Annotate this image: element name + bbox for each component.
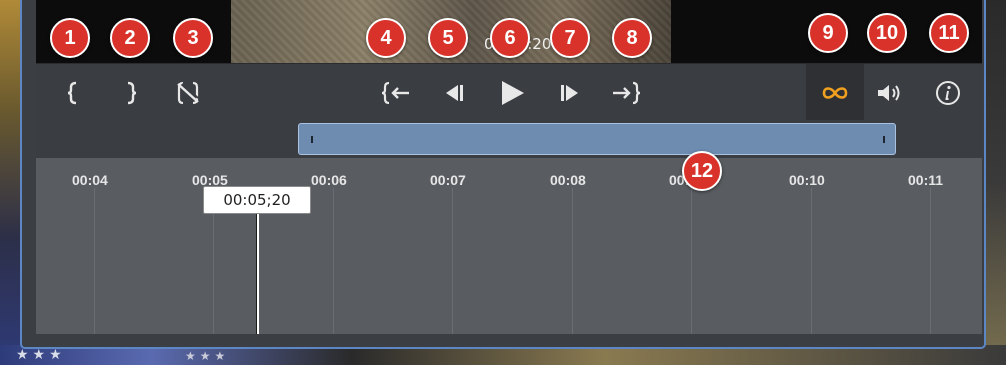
tick-label: 00:08 — [550, 172, 586, 188]
step-back-button[interactable] — [436, 64, 472, 121]
timeline-ruler[interactable] — [36, 158, 982, 334]
volume-button[interactable] — [872, 64, 908, 121]
gridline — [452, 188, 453, 334]
stage: ★★★ ★★★ 00:05:20 — [0, 0, 1006, 365]
gridline — [94, 188, 95, 334]
mark-out-button[interactable] — [116, 64, 146, 121]
callout-4: 4 — [366, 18, 406, 58]
callout-8: 8 — [612, 18, 652, 58]
step-back-icon — [446, 84, 463, 101]
step-forward-button[interactable] — [552, 64, 588, 121]
step-forward-icon — [561, 84, 578, 101]
info-button[interactable] — [930, 64, 966, 121]
mark-out-icon — [127, 81, 137, 104]
callout-3: 3 — [173, 18, 213, 58]
loop-icon — [822, 86, 848, 99]
playhead-line[interactable] — [256, 210, 259, 334]
flag-stars-decoration: ★★★ — [16, 347, 66, 363]
background-left — [0, 0, 22, 365]
callout-2: 2 — [110, 18, 150, 58]
flag-stars-decoration-2: ★★★ — [185, 349, 230, 363]
gridline — [930, 188, 931, 334]
tick-label: 00:07 — [430, 172, 466, 188]
mark-in-icon — [67, 81, 77, 104]
callout-9: 9 — [808, 13, 848, 53]
gridline — [572, 188, 573, 334]
callout-7: 7 — [550, 18, 590, 58]
callout-12: 12 — [682, 151, 722, 191]
loop-button[interactable] — [806, 64, 864, 121]
clear-marks-button[interactable] — [171, 64, 205, 121]
go-to-out-icon — [613, 81, 641, 104]
play-icon — [502, 80, 524, 105]
go-to-out-button[interactable] — [608, 64, 644, 121]
range-end-handle[interactable] — [883, 136, 885, 143]
callout-10: 10 — [867, 13, 907, 53]
gridline — [811, 188, 812, 334]
tick-label: 00:10 — [789, 172, 825, 188]
tick-label: 00:06 — [311, 172, 347, 188]
range-selection-bar[interactable] — [298, 123, 896, 155]
tick-label: 00:04 — [72, 172, 108, 188]
callout-1: 1 — [50, 18, 90, 58]
clear-marks-icon — [177, 81, 199, 104]
playhead-timecode[interactable]: 00:05;20 — [203, 186, 311, 214]
callout-11: 11 — [929, 13, 969, 53]
go-to-in-icon — [381, 81, 409, 104]
mark-in-button[interactable] — [58, 64, 88, 121]
gridline — [333, 188, 334, 334]
range-start-handle[interactable] — [311, 136, 313, 143]
callout-6: 6 — [490, 18, 530, 58]
info-icon — [936, 80, 960, 105]
callout-5: 5 — [428, 18, 468, 58]
go-to-in-button[interactable] — [378, 64, 414, 121]
gridline — [691, 188, 692, 334]
toolbar — [36, 63, 982, 121]
background-right — [984, 0, 1006, 365]
play-button[interactable] — [492, 64, 532, 121]
tick-label: 00:11 — [908, 172, 944, 188]
volume-icon — [878, 84, 900, 101]
